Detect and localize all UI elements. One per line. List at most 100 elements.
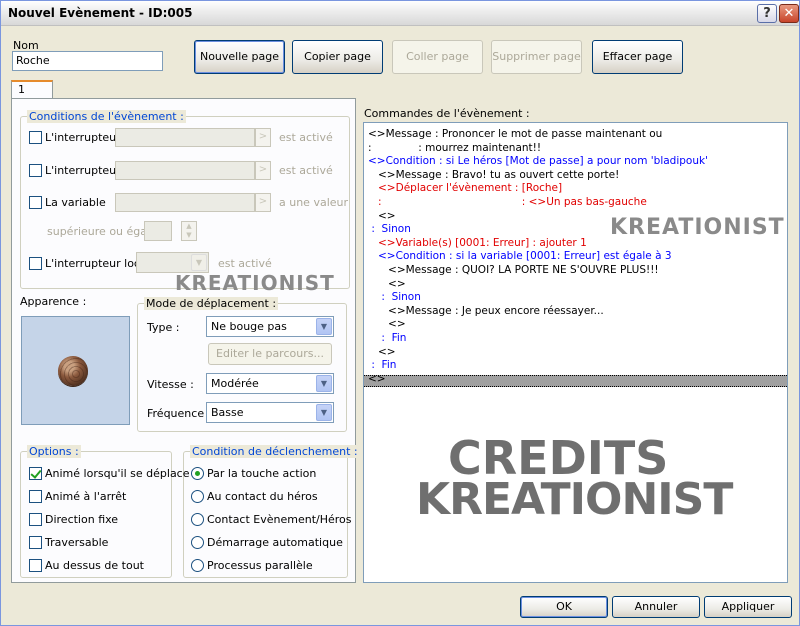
type-value: Ne bouge pas (211, 320, 287, 333)
option-checkbox-3[interactable] (29, 536, 42, 549)
event-dialog: Nouvel Evènement - ID:005 ? ✕ Nom Roche … (0, 0, 800, 626)
variable-spin-icon[interactable]: ▲ ▼ (181, 221, 197, 241)
ok-button[interactable]: OK (520, 596, 608, 618)
command-line[interactable]: : Sinon (368, 222, 411, 236)
variable-has-value-text: a une valeur (279, 196, 349, 209)
apply-button[interactable]: Appliquer (704, 596, 792, 618)
trigger-radio-2[interactable] (191, 513, 204, 526)
option-checkbox-2[interactable] (29, 513, 42, 526)
close-icon[interactable]: ✕ (779, 4, 799, 23)
switch2-activated-text: est activé (279, 164, 333, 177)
trigger-label-3: Démarrage automatique (207, 536, 343, 549)
option-label-3: Traversable (45, 536, 109, 549)
command-line[interactable]: <> (368, 209, 396, 223)
speed-select[interactable]: Modérée ▼ (206, 373, 334, 394)
command-line[interactable]: <>Message : Je peux encore réessayer... (368, 304, 604, 318)
chevron-down-icon: ▼ (316, 318, 332, 335)
command-line[interactable]: : Fin (368, 358, 396, 372)
variable-label: La variable (45, 196, 106, 209)
variable-checkbox[interactable] (29, 196, 42, 209)
switch2-field[interactable] (115, 161, 255, 180)
switch1-browse-button[interactable]: > (255, 128, 271, 147)
command-line[interactable]: <>Condition : si la variable [0001: Erre… (368, 249, 672, 263)
local-switch-label: L'interrupteur local (45, 257, 150, 270)
option-label-0: Animé lorsqu'il se déplace (45, 467, 190, 480)
trigger-label-2: Contact Evènement/Héros (207, 513, 352, 526)
switch1-label: L'interrupteur (45, 131, 121, 144)
command-line[interactable]: <>Message : QUOI? LA PORTE NE S'OUVRE PL… (368, 263, 659, 277)
command-line[interactable]: <>Déplacer l'évènement : [Roche] (368, 181, 562, 195)
command-line[interactable]: : : mourrez maintenant!! (368, 141, 541, 155)
trigger-radio-0[interactable] (191, 467, 204, 480)
switch1-checkbox[interactable] (29, 131, 42, 144)
chevron-down-icon: ▼ (316, 404, 332, 421)
variable-field[interactable] (115, 193, 255, 212)
clear-page-button[interactable]: Effacer page (592, 40, 683, 74)
watermark-small-2: KREATIONIST (610, 215, 785, 240)
option-checkbox-1[interactable] (29, 490, 42, 503)
edit-route-button[interactable]: Editer le parcours... (208, 343, 332, 365)
variable-browse-button[interactable]: > (255, 193, 271, 212)
command-line[interactable]: <>Message : Prononcer le mot de passe ma… (368, 127, 662, 141)
movement-title: Mode de déplacement : (144, 297, 279, 310)
selected-command-row[interactable] (364, 375, 787, 387)
switch2-label: L'interrupteur (45, 164, 121, 177)
trigger-title: Condition de déclenchement : (190, 445, 360, 458)
watermark-small-1: KREATIONIST (175, 271, 335, 295)
window-title: Nouvel Evènement - ID:005 (8, 6, 193, 20)
conditions-title: Conditions de l'évènement : (27, 110, 186, 123)
command-line[interactable]: <>Message : Bravo! tu as ouvert cette po… (368, 168, 619, 182)
delete-page-button[interactable]: Supprimer page (491, 40, 582, 74)
appearance-preview[interactable] (21, 316, 130, 425)
trigger-label-1: Au contact du héros (207, 490, 318, 503)
variable-ge-text: supérieure ou égale (47, 225, 157, 238)
trigger-radio-1[interactable] (191, 490, 204, 503)
switch2-checkbox[interactable] (29, 164, 42, 177)
paste-page-button[interactable]: Coller page (392, 40, 483, 74)
command-line[interactable]: : : <>Un pas bas-gauche (368, 195, 647, 209)
local-switch-select[interactable]: ▼ (136, 252, 209, 273)
appearance-label: Apparence : (20, 295, 87, 308)
option-label-4: Au dessus de tout (45, 559, 144, 572)
trigger-radio-3[interactable] (191, 536, 204, 549)
switch1-field[interactable] (115, 128, 255, 147)
option-label-2: Direction fixe (45, 513, 119, 526)
cancel-button[interactable]: Annuler (612, 596, 700, 618)
option-label-1: Animé à l'arrêt (45, 490, 127, 503)
variable-value-field[interactable] (144, 221, 172, 241)
frequency-label: Fréquence : (147, 407, 212, 420)
option-checkbox-0[interactable] (29, 467, 42, 480)
command-line[interactable]: : Fin (368, 331, 406, 345)
name-input[interactable]: Roche (12, 51, 163, 71)
speed-value: Modérée (211, 377, 259, 390)
type-label: Type : (147, 321, 180, 334)
watermark-kreationist: KREATIONIST (416, 474, 733, 525)
chevron-down-icon: ▼ (316, 375, 332, 392)
rock-icon (58, 356, 88, 386)
speed-label: Vitesse : (147, 378, 194, 391)
command-line[interactable]: : Sinon (368, 290, 421, 304)
copy-page-button[interactable]: Copier page (292, 40, 383, 74)
command-line[interactable]: <>Variable(s) [0001: Erreur] : ajouter 1 (368, 236, 587, 250)
command-line[interactable]: <> (368, 345, 396, 359)
command-line[interactable]: <> (368, 317, 406, 331)
help-icon[interactable]: ? (757, 4, 777, 23)
type-select[interactable]: Ne bouge pas ▼ (206, 316, 334, 337)
tab-page-1[interactable]: 1 (11, 80, 53, 99)
local-switch-checkbox[interactable] (29, 257, 42, 270)
commands-title: Commandes de l'évènement : (364, 107, 530, 120)
command-line[interactable]: <>Condition : si Le héros [Mot de passe]… (368, 154, 708, 168)
switch1-activated-text: est activé (279, 131, 333, 144)
new-page-button[interactable]: Nouvelle page (194, 40, 285, 74)
command-line[interactable]: <> (368, 277, 406, 291)
frequency-select[interactable]: Basse ▼ (206, 402, 334, 423)
chevron-down-icon: ▼ (191, 254, 207, 271)
trigger-radio-4[interactable] (191, 559, 204, 572)
trigger-label-0: Par la touche action (207, 467, 317, 480)
frequency-value: Basse (211, 406, 244, 419)
options-title: Options : (27, 445, 81, 458)
switch2-browse-button[interactable]: > (255, 161, 271, 180)
title-bar: Nouvel Evènement - ID:005 ? ✕ (1, 1, 799, 26)
command-line[interactable]: <> (368, 372, 386, 386)
option-checkbox-4[interactable] (29, 559, 42, 572)
